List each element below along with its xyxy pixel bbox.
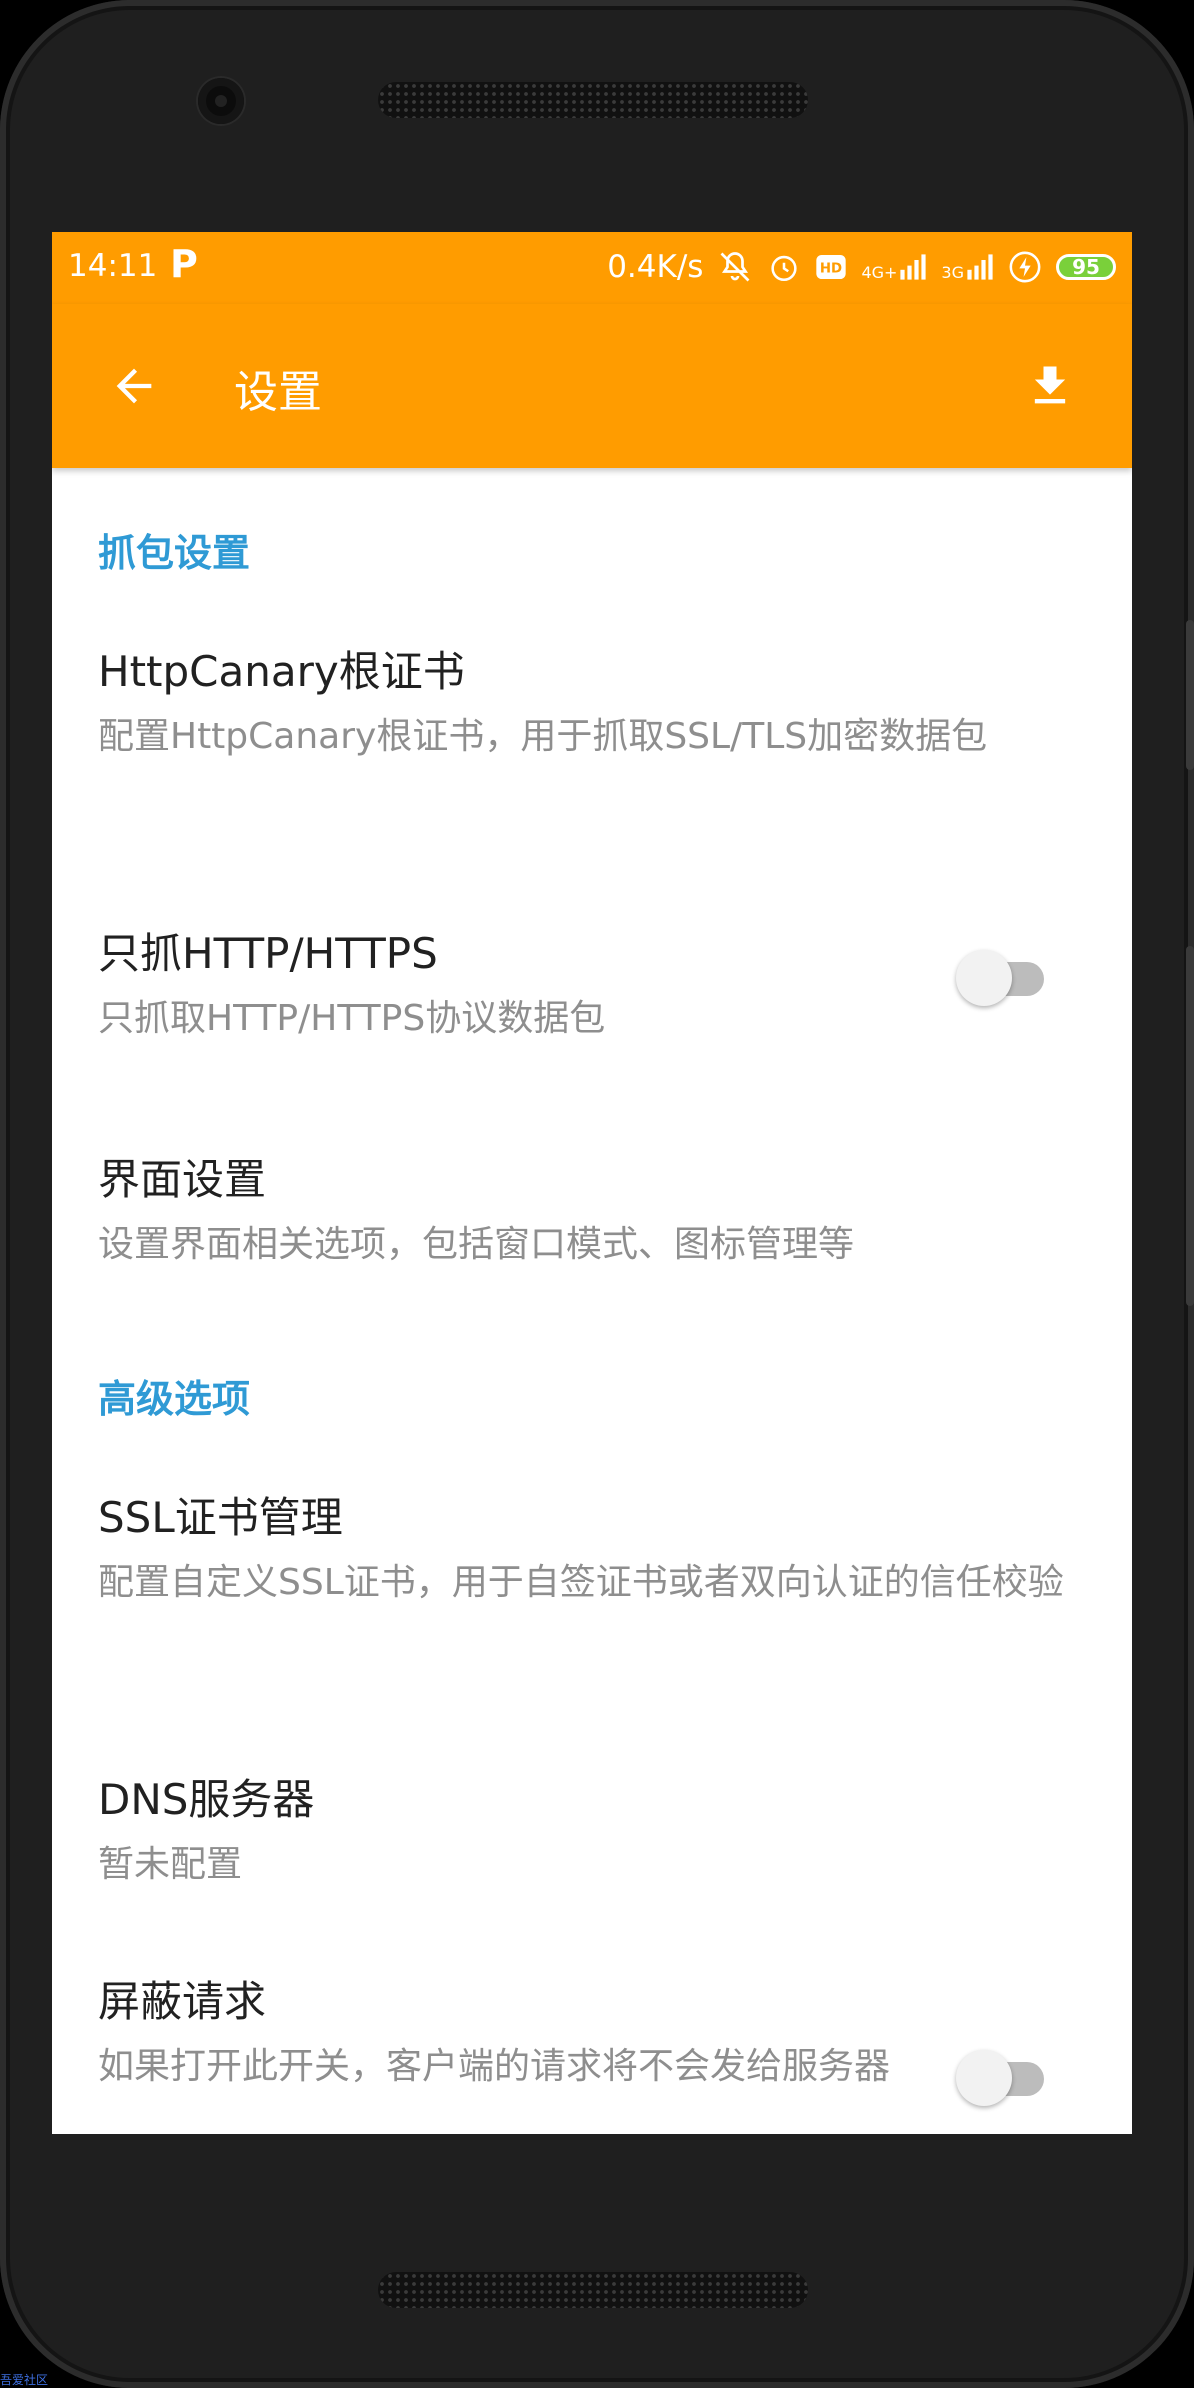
download-button[interactable] — [1012, 348, 1088, 424]
signal-4g-label: 4G+ — [861, 263, 898, 282]
phone-frame: 14:11 P 0.4K/s HD 4G+ 3G 95 设置 抓包设置 Http… — [0, 0, 1194, 2388]
http-only-switch[interactable] — [956, 948, 1052, 1008]
status-bar: 14:11 P 0.4K/s HD 4G+ 3G 95 — [52, 232, 1132, 304]
earpiece-speaker — [378, 82, 808, 118]
pref-title: 界面设置 — [98, 1155, 267, 1204]
app-bar: 设置 — [52, 304, 1132, 468]
pref-summary: 暂未配置 — [98, 1844, 243, 1885]
screen: 14:11 P 0.4K/s HD 4G+ 3G 95 设置 抓包设置 Http… — [52, 232, 1132, 2134]
switch-thumb — [956, 2050, 1012, 2106]
page-title: 设置 — [234, 367, 322, 418]
status-p-indicator: P — [170, 242, 198, 286]
pref-summary: 配置HttpCanary根证书，用于抓取SSL/TLS加密数据包 — [98, 716, 988, 757]
switch-thumb — [956, 950, 1012, 1006]
pref-title: SSL证书管理 — [98, 1493, 343, 1542]
pref-title: DNS服务器 — [98, 1775, 315, 1824]
net-speed: 0.4K/s — [607, 249, 704, 285]
alarm-icon — [767, 250, 801, 284]
signal-3g-icon: 3G — [941, 253, 994, 281]
battery-icon: 95 — [1056, 254, 1116, 280]
section-header-advanced: 高级选项 — [98, 1377, 251, 1421]
bolt-icon — [1008, 250, 1042, 284]
pref-title: 屏蔽请求 — [98, 1977, 267, 2026]
bottom-speaker — [378, 2272, 808, 2308]
svg-text:HD: HD — [820, 261, 842, 276]
download-icon — [1034, 366, 1066, 404]
volume-button — [1186, 946, 1194, 1306]
hd-icon: HD — [815, 252, 847, 282]
back-button[interactable] — [96, 348, 172, 424]
mute-bell-icon — [717, 249, 753, 285]
pref-summary: 配置自定义SSL证书，用于自签证书或者双向认证的信任校验 — [98, 1562, 1064, 1603]
front-camera — [198, 78, 244, 124]
arrow-left-icon — [116, 368, 152, 404]
status-time: 14:11 — [68, 248, 158, 284]
signal-4g-icon: 4G+ — [861, 253, 927, 281]
pref-title: 只抓HTTP/HTTPS — [98, 929, 438, 978]
pref-summary: 只抓取HTTP/HTTPS协议数据包 — [98, 998, 606, 1039]
status-icons: 0.4K/s HD 4G+ 3G 95 — [607, 244, 1116, 290]
pref-summary: 设置界面相关选项，包括窗口模式、图标管理等 — [98, 1224, 855, 1265]
pref-summary: 如果打开此开关，客户端的请求将不会发给服务器 — [98, 2046, 891, 2087]
block-request-switch[interactable] — [956, 2048, 1052, 2108]
section-header-capture: 抓包设置 — [98, 531, 251, 575]
watermark: 吾爱社区 — [0, 2373, 49, 2387]
power-button — [1186, 620, 1194, 770]
pref-title: HttpCanary根证书 — [98, 647, 465, 696]
signal-3g-label: 3G — [941, 263, 964, 282]
